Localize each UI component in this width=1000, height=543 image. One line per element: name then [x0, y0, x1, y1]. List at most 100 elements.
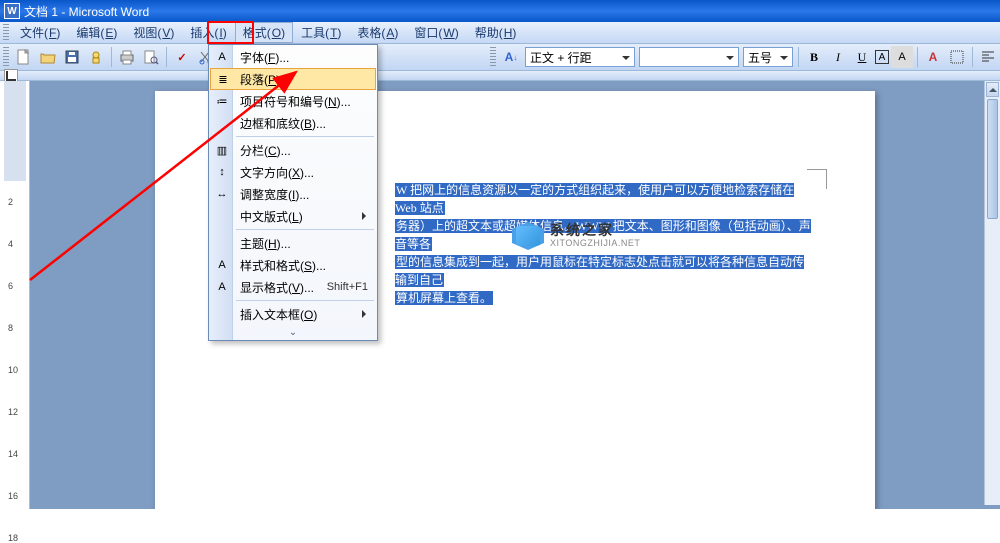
title-bar: W 文档 1 - Microsoft Word — [0, 0, 1000, 22]
menu-item-icon: ↕ — [213, 163, 231, 181]
menu-item-label: 主题(H)... — [240, 235, 291, 252]
char-shading-icon[interactable]: A — [891, 46, 913, 68]
separator — [166, 47, 167, 67]
scroll-thumb[interactable] — [987, 99, 998, 219]
menu-工具[interactable]: 工具(T) — [293, 22, 349, 43]
menu-item-段落[interactable]: ≣ 段落(P)... — [210, 68, 376, 90]
expand-menu-chevron[interactable]: ⌄ — [210, 325, 376, 339]
menu-item-icon: ≣ — [214, 70, 232, 88]
toolbar-grip[interactable] — [490, 47, 496, 67]
underline-icon[interactable]: U — [851, 46, 873, 68]
word-app-icon: W — [4, 3, 20, 19]
workspace: 24681012141618 W 把网上的信息资源以一定的方式组织起来，使用户可… — [0, 81, 1000, 509]
menu-item-icon: A — [213, 278, 231, 296]
print-icon[interactable] — [116, 46, 138, 68]
menu-item-label: 段落(P)... — [240, 71, 290, 88]
style-combo[interactable]: 正文 + 行距 — [525, 47, 635, 67]
watermark-title: 系统之家 — [550, 223, 640, 238]
ruler-number: 14 — [8, 449, 18, 459]
align-left-icon[interactable] — [977, 46, 999, 68]
vertical-ruler[interactable]: 24681012141618 — [0, 81, 30, 509]
menu-编辑[interactable]: 编辑(E) — [68, 22, 125, 43]
menu-item-label: 显示格式(V)... — [240, 279, 314, 296]
ruler-number: 4 — [8, 239, 13, 249]
menu-item-label: 字体(F)... — [240, 49, 289, 66]
open-icon[interactable] — [37, 46, 59, 68]
menu-item-字体[interactable]: A 字体(F)... — [210, 46, 376, 68]
ruler-number: 10 — [8, 365, 18, 375]
selected-text-line[interactable]: 型的信息集成到一起，用户用鼠标在特定标志处点击就可以将各种信息自动传输到自己 — [395, 255, 804, 287]
menu-item-label: 文字方向(X)... — [240, 164, 314, 181]
menu-插入[interactable]: 插入(I) — [182, 22, 234, 43]
menu-item-调整宽度[interactable]: ↔ 调整宽度(I)... — [210, 183, 376, 205]
menu-格式[interactable]: 格式(O) — [235, 22, 293, 43]
menu-视图[interactable]: 视图(V) — [125, 22, 182, 43]
char-border-icon[interactable] — [946, 46, 968, 68]
menu-item-label: 分栏(C)... — [240, 142, 291, 159]
menu-separator — [236, 229, 374, 230]
scroll-up-button[interactable] — [986, 82, 999, 97]
menu-item-icon: A — [213, 256, 231, 274]
separator — [917, 47, 918, 67]
menu-item-label: 边框和底纹(B)... — [240, 115, 326, 132]
page-area[interactable]: W 把网上的信息资源以一定的方式组织起来，使用户可以方便地检索存储在 Web 站… — [30, 81, 1000, 509]
selected-text-line[interactable]: W 把网上的信息资源以一定的方式组织起来，使用户可以方便地检索存储在 Web 站… — [395, 183, 794, 215]
menu-文件[interactable]: 文件(F) — [12, 22, 68, 43]
separator — [111, 47, 112, 67]
separator — [798, 47, 799, 67]
new-doc-icon[interactable] — [13, 46, 35, 68]
menu-item-样式和格式[interactable]: A 样式和格式(S)... — [210, 254, 376, 276]
menu-item-分栏[interactable]: ▥ 分栏(C)... — [210, 139, 376, 161]
permission-icon[interactable] — [85, 46, 107, 68]
submenu-arrow-icon — [362, 310, 370, 318]
highlight-icon[interactable]: A — [922, 46, 944, 68]
menu-item-label: 中文版式(L) — [240, 208, 303, 225]
menu-separator — [236, 300, 374, 301]
menu-item-插入文本框[interactable]: 插入文本框(O) — [210, 303, 376, 325]
menu-item-label: 插入文本框(O) — [240, 306, 317, 323]
menu-bar: 文件(F)编辑(E)视图(V)插入(I)格式(O)工具(T)表格(A)窗口(W)… — [0, 22, 1000, 44]
menu-item-项目符号和编号[interactable]: ≔项目符号和编号(N)... — [210, 90, 376, 112]
font-combo[interactable] — [639, 47, 739, 67]
ruler-number: 8 — [8, 323, 13, 333]
format-menu-dropdown: A 字体(F)... ≣ 段落(P)... ≔项目符号和编号(N)... 边框和底纹(B)… — [208, 44, 378, 341]
save-icon[interactable] — [61, 46, 83, 68]
watermark-url: XITONGZHIJIA.NET — [550, 239, 640, 249]
vertical-scrollbar[interactable] — [984, 81, 1000, 505]
print-preview-icon[interactable] — [140, 46, 162, 68]
menu-separator — [236, 136, 374, 137]
window-title: 文档 1 - Microsoft Word — [24, 3, 149, 20]
menu-item-label: 调整宽度(I)... — [240, 186, 309, 203]
ruler-number: 16 — [8, 491, 18, 501]
spellcheck-icon[interactable]: ✓ — [171, 46, 193, 68]
menu-item-文字方向[interactable]: ↕ 文字方向(X)... — [210, 161, 376, 183]
menu-item-icon: ▥ — [213, 141, 231, 159]
watermark-logo: 系统之家 XITONGZHIJIA.NET — [512, 222, 640, 250]
menu-窗口[interactable]: 窗口(W) — [406, 22, 466, 43]
bold-icon[interactable]: B — [803, 46, 825, 68]
menu-item-主题[interactable]: 主题(H)... — [210, 232, 376, 254]
menu-item-icon: ↔ — [213, 185, 231, 203]
menu-帮助[interactable]: 帮助(H) — [467, 22, 525, 43]
ruler-number: 18 — [8, 533, 18, 543]
toolbar-grip[interactable] — [3, 47, 9, 67]
menu-item-label: 样式和格式(S)... — [240, 257, 326, 274]
toolbar-grip[interactable] — [3, 24, 9, 42]
ruler-corner-row: 2468101214161820222426283032343638404244… — [0, 71, 1000, 81]
ruler-number: 6 — [8, 281, 13, 291]
menu-表格[interactable]: 表格(A) — [349, 22, 406, 43]
menu-item-icon: A — [213, 48, 231, 66]
font-size-combo[interactable]: 五号 — [743, 47, 793, 67]
menu-item-边框和底纹[interactable]: 边框和底纹(B)... — [210, 112, 376, 134]
menu-item-icon: ≔ — [213, 92, 231, 110]
styles-pane-icon[interactable]: A↓ — [500, 46, 522, 68]
menu-shortcut: Shift+F1 — [327, 281, 368, 293]
selected-text-line[interactable]: 算机屏幕上查看。 — [395, 291, 493, 305]
italic-icon[interactable]: I — [827, 46, 849, 68]
menu-item-显示格式[interactable]: A 显示格式(V)... Shift+F1 — [210, 276, 376, 298]
border-icon[interactable]: A — [875, 50, 889, 64]
ruler-number: 12 — [8, 407, 18, 417]
submenu-arrow-icon — [362, 212, 370, 220]
menu-item-中文版式[interactable]: 中文版式(L) — [210, 205, 376, 227]
ruler-number: 2 — [8, 197, 13, 207]
